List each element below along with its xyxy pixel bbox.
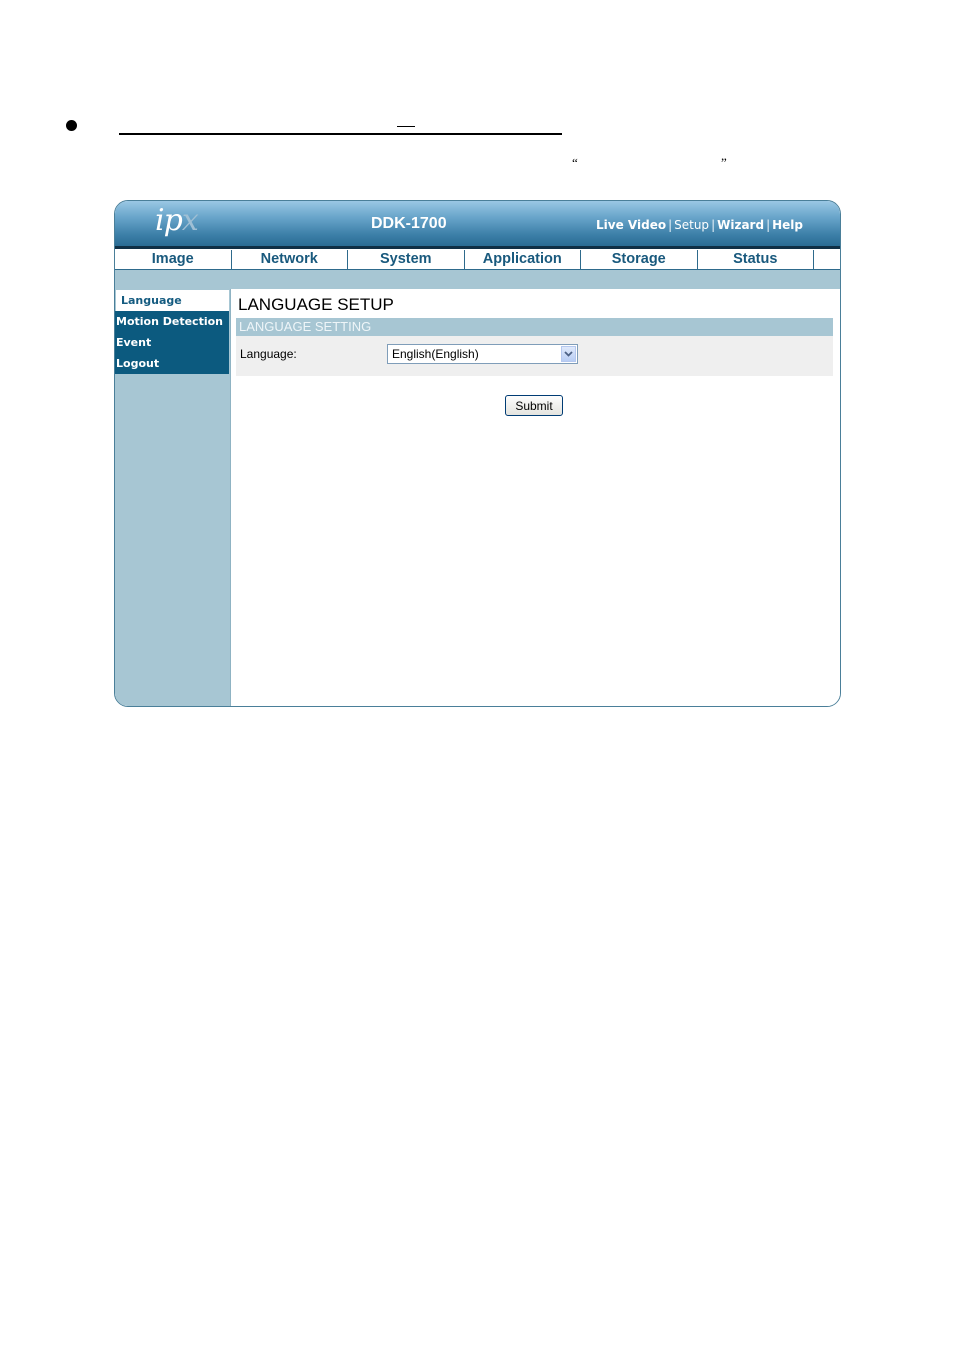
close-quote: ” [721, 155, 727, 170]
link-wizard[interactable]: Wizard [717, 218, 764, 232]
open-quote: “ [572, 155, 578, 170]
heading-dash [397, 126, 415, 127]
camera-web-ui-screenshot: ipx DDK-1700 Live Video | Setup | Wizard | Hel… [114, 200, 841, 707]
submit-button[interactable]: Submit [505, 395, 563, 416]
sidebar-item-motion-detection[interactable]: Motion Detection [115, 311, 229, 332]
content-area: LANGUAGE SETUP LANGUAGE SETTING Language… [232, 289, 840, 706]
chevron-down-icon[interactable] [561, 346, 576, 362]
tab-application[interactable]: Application [465, 250, 581, 269]
sidebar-item-event[interactable]: Event [115, 332, 229, 353]
section-header: LANGUAGE SETTING [236, 318, 833, 336]
language-select-value: English(English) [392, 347, 479, 361]
model-name: DDK-1700 [371, 215, 447, 232]
tab-system[interactable]: System [348, 250, 465, 269]
heading-underline [119, 133, 562, 135]
top-links: Live Video | Setup | Wizard | Help [596, 218, 803, 232]
header-bar: ipx DDK-1700 Live Video | Setup | Wizard | Hel… [115, 201, 840, 249]
nav-strip [115, 270, 840, 289]
main-nav: Image Network System Application Storage… [115, 250, 840, 270]
tab-status[interactable]: Status [698, 250, 814, 269]
bullet-point [66, 120, 77, 131]
language-form-row: Language: English(English) [236, 336, 833, 376]
link-help[interactable]: Help [772, 218, 803, 232]
link-live-video[interactable]: Live Video [596, 218, 666, 232]
link-setup[interactable]: Setup [674, 218, 709, 232]
ipx-logo: ipx [155, 203, 199, 238]
tab-image[interactable]: Image [115, 250, 232, 269]
language-select[interactable]: English(English) [387, 344, 578, 364]
sidebar-item-logout[interactable]: Logout [115, 353, 229, 374]
page-title: LANGUAGE SETUP [238, 295, 394, 314]
language-label: Language: [240, 347, 297, 361]
tab-storage[interactable]: Storage [581, 250, 698, 269]
tab-network[interactable]: Network [232, 250, 348, 269]
sidebar-item-language[interactable]: Language [116, 290, 229, 311]
sidebar: Language Motion Detection Event Logout [115, 289, 231, 706]
